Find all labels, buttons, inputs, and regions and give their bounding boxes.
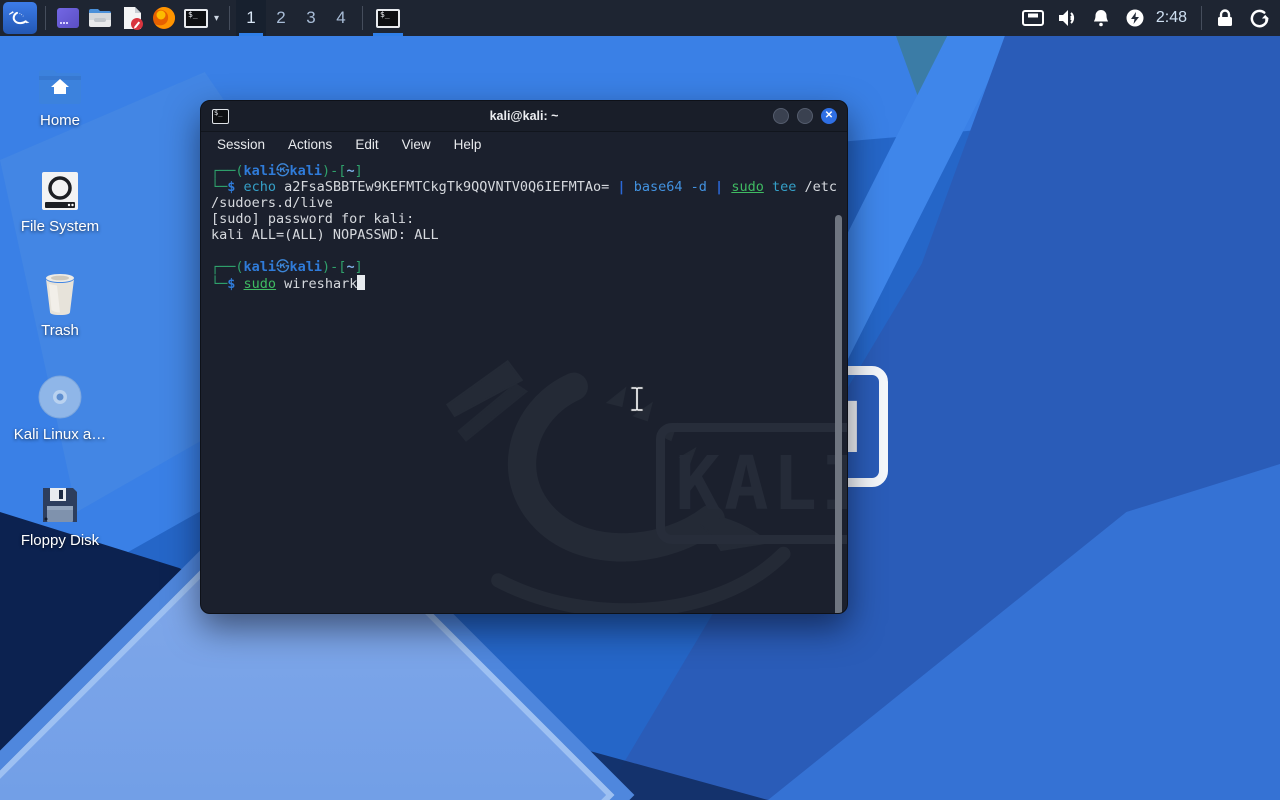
terminal-line: ┌──(kali㉿kali)-[~] [211,163,829,179]
terminal-icon: $_ [376,9,400,28]
desktop-icon-label: Trash [8,322,112,339]
launcher-appfinder[interactable] [52,3,84,33]
panel-separator [362,6,363,30]
desktop-icon-label: File System [8,218,112,235]
launcher-firefox[interactable] [148,3,180,33]
panel-separator [1201,6,1202,30]
terminal-scrollbar[interactable] [835,215,842,613]
desktop-icon-label: Floppy Disk [8,532,112,549]
launcher-file-manager[interactable] [84,3,116,33]
terminal-menubar: Session Actions Edit View Help [201,132,847,157]
kali-menu-button[interactable] [3,2,37,34]
desktop-icon-floppy-disk[interactable]: Floppy Disk [8,478,112,549]
panel-separator [45,6,46,30]
workspace-number: 3 [306,8,315,28]
drive-icon [8,164,112,212]
trash-icon [8,268,112,316]
desktop-icon-trash[interactable]: Trash [8,268,112,339]
top-panel: $_ ▾ 1 2 3 4 $_ 2:48 [0,0,1280,36]
volume-icon[interactable] [1050,0,1084,36]
desktop-icon-label: Home [8,112,112,129]
cd-disc-icon [8,372,112,420]
panel-separator [229,6,230,30]
close-button[interactable]: ✕ [821,108,837,124]
desktop-icon-kali-cd[interactable]: Kali Linux a… [8,372,112,443]
notification-bell-icon[interactable] [1084,0,1118,36]
network-icon[interactable] [1016,0,1050,36]
terminal-line: [sudo] password for kali: [211,211,829,227]
terminal-icon: $_ [184,9,208,28]
lock-screen-icon[interactable] [1208,0,1242,36]
menu-view[interactable]: View [402,137,431,152]
menu-help[interactable]: Help [454,137,482,152]
system-tray: 2:48 [1016,0,1280,36]
launcher-terminal[interactable]: $_ [180,3,212,33]
appfinder-icon [55,5,81,31]
terminal-body[interactable]: KALI ┌──(kali㉿kali)-[~]└─$ echo a2FsaSBB… [201,157,847,613]
workspace-number: 2 [276,8,285,28]
menu-edit[interactable]: Edit [355,137,378,152]
terminal-line: └─$ echo a2FsaSBBTEw9KEFMTCkgTk9QQVNTV0Q… [211,179,829,195]
menu-session[interactable]: Session [217,137,265,152]
home-folder-icon [8,58,112,106]
taskbar-terminal-window[interactable]: $_ [369,0,407,36]
workspace-2[interactable]: 2 [266,0,296,36]
terminal-titlebar[interactable]: $_ kali@kali: ~ ✕ [201,101,847,132]
menu-actions[interactable]: Actions [288,137,332,152]
logout-icon[interactable] [1242,0,1276,36]
workspace-3[interactable]: 3 [296,0,326,36]
ibeam-cursor [630,386,644,417]
workspace-1[interactable]: 1 [236,0,266,36]
minimize-button[interactable] [773,108,789,124]
terminal-window: $_ kali@kali: ~ ✕ Session Actions Edit V… [200,100,848,614]
firefox-icon [151,5,177,31]
kali-dragon-icon [8,6,32,30]
terminal-line [211,243,829,259]
clock[interactable]: 2:48 [1156,9,1187,27]
workspace-number: 4 [336,8,345,28]
kali-watermark-text: KALI [675,447,847,521]
desktop-icon-home[interactable]: Home [8,58,112,129]
power-manager-icon[interactable] [1118,0,1152,36]
maximize-button[interactable] [797,108,813,124]
chevron-down-icon[interactable]: ▾ [214,13,219,24]
desktop-icon-file-system[interactable]: File System [8,164,112,235]
terminal-output: ┌──(kali㉿kali)-[~]└─$ echo a2FsaSBBTEw9K… [211,163,829,292]
floppy-disk-icon [8,478,112,526]
terminal-line: kali ALL=(ALL) NOPASSWD: ALL [211,227,829,243]
workspace-switcher: 1 2 3 4 [236,0,356,36]
launcher-text-editor[interactable] [116,3,148,33]
window-controls: ✕ [773,108,847,124]
workspace-number: 1 [246,8,255,28]
terminal-line: └─$ sudo wireshark [211,275,829,292]
terminal-line: /sudoers.d/live [211,195,829,211]
desktop-icon-label: Kali Linux a… [8,426,112,443]
folder-icon [87,5,113,31]
kali-watermark-box: KALI [656,423,847,544]
document-icon [120,5,145,31]
window-title: kali@kali: ~ [201,109,847,123]
terminal-line: ┌──(kali㉿kali)-[~] [211,259,829,275]
workspace-4[interactable]: 4 [326,0,356,36]
